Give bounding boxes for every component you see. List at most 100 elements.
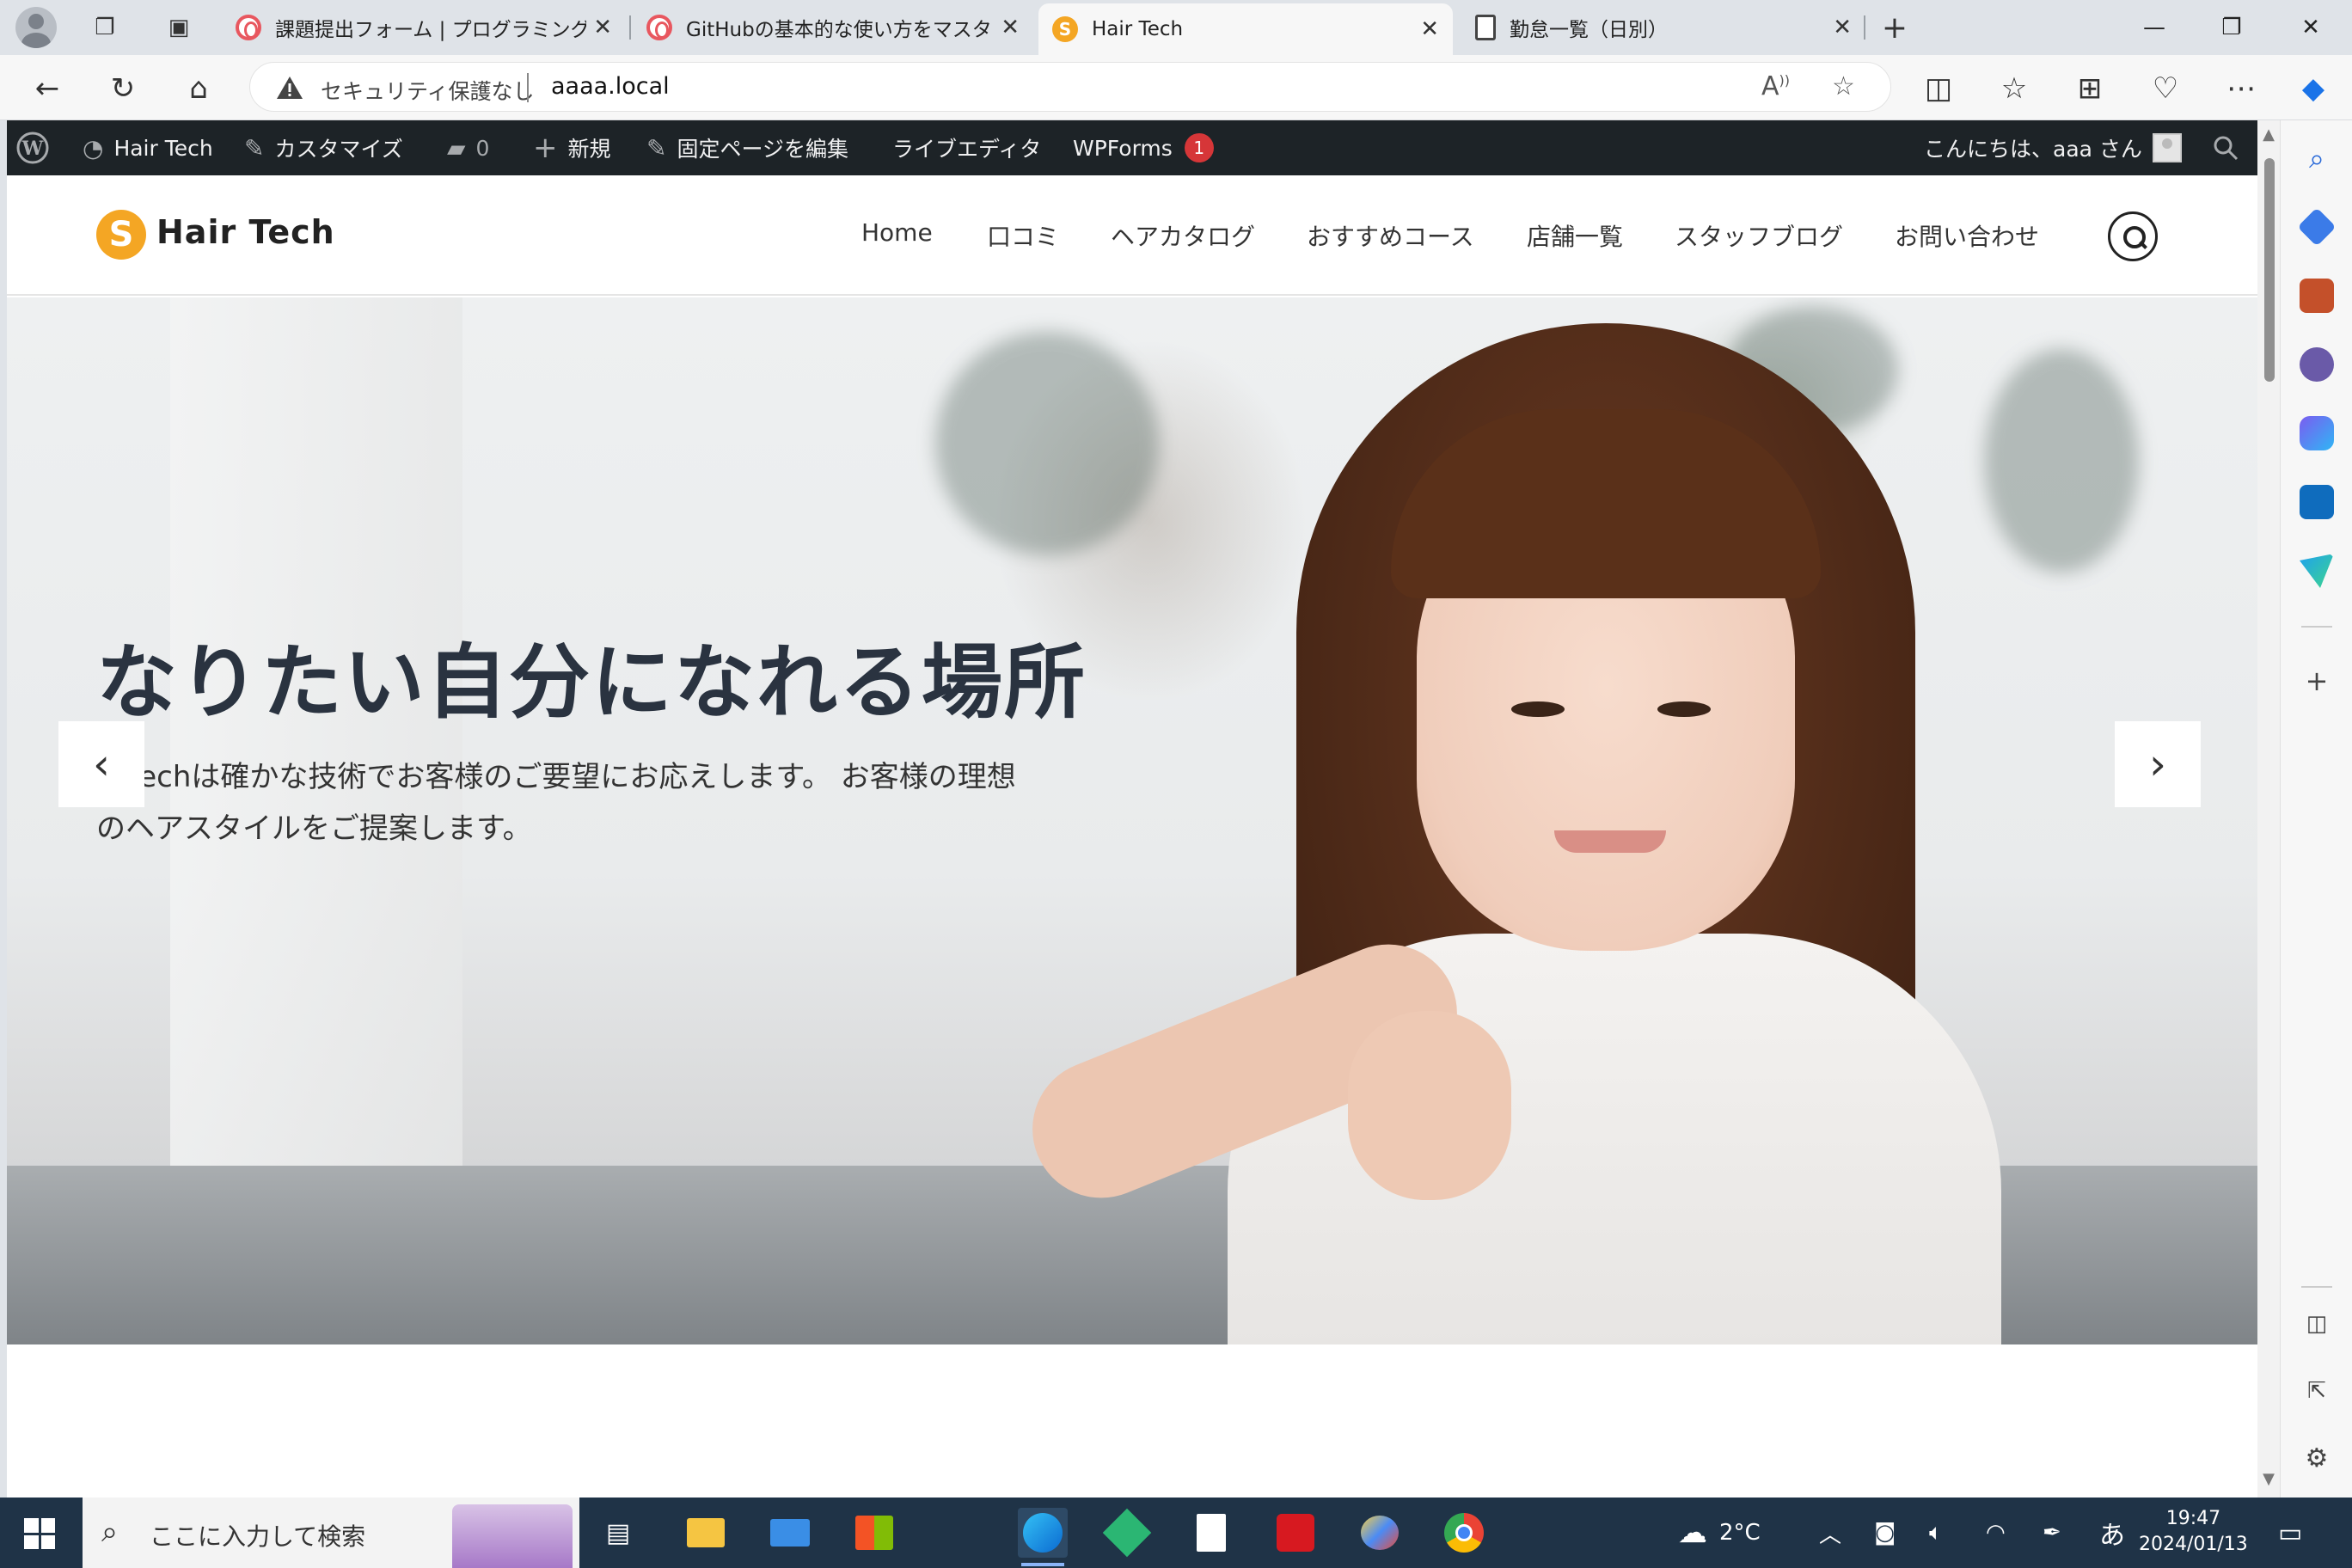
copilot-icon[interactable]: ◆: [2292, 67, 2335, 110]
close-icon[interactable]: ✕: [1001, 15, 1020, 40]
notification-center-icon[interactable]: ▭: [2278, 1498, 2302, 1568]
wp-comments[interactable]: ▰ 0: [447, 120, 489, 175]
meet-now-icon[interactable]: ◙: [1874, 1498, 1896, 1568]
nav-home[interactable]: Home: [861, 218, 933, 247]
wp-my-account[interactable]: こんにちは、aaa さん: [1924, 120, 2182, 175]
window-close-button[interactable]: ✕: [2276, 7, 2345, 48]
security-status[interactable]: セキュリティ保護なし: [321, 75, 535, 106]
refresh-button[interactable]: ↻: [101, 67, 144, 110]
add-sidebar-app-icon[interactable]: +: [2298, 662, 2336, 700]
split-screen-icon[interactable]: ◫: [1917, 67, 1960, 110]
pen-icon[interactable]: ✒: [2043, 1498, 2061, 1568]
games-icon[interactable]: [2300, 347, 2334, 382]
wp-new[interactable]: + 新規: [533, 120, 611, 175]
tab-github[interactable]: GitHubの基本的な使い方をマスター ✕: [633, 3, 1033, 52]
profile-avatar-icon[interactable]: [15, 7, 57, 48]
sidebar-settings-icon[interactable]: ⚙: [2298, 1439, 2336, 1477]
scroll-down-arrow[interactable]: ▼: [2261, 1470, 2276, 1488]
hide-sidebar-icon[interactable]: ◫: [2298, 1305, 2336, 1343]
hairtech-icon: S: [1052, 16, 1078, 42]
pencil-icon: ✎: [646, 133, 667, 162]
tray-chevron-icon[interactable]: ︿: [1819, 1498, 1841, 1568]
slider-next-button[interactable]: ›: [2115, 721, 2201, 807]
new-tab-button[interactable]: +: [1877, 10, 1912, 46]
chrome-icon[interactable]: [1439, 1508, 1489, 1558]
file-explorer-icon[interactable]: [681, 1508, 731, 1558]
taskbar-search[interactable]: ⌕ ここに入力して検索: [83, 1498, 579, 1568]
page-scrollbar[interactable]: ▲ ▼: [2257, 120, 2280, 1498]
read-aloud-icon[interactable]: A)): [1761, 71, 1790, 101]
scroll-up-arrow[interactable]: ▲: [2261, 126, 2276, 144]
wp-live-editor[interactable]: ライブエディタ: [892, 120, 1041, 175]
site-header: S Hair Tech Home 口コミ ヘアカタログ おすすめコース 店舗一覧…: [7, 175, 2257, 296]
back-button[interactable]: ←: [26, 67, 69, 110]
wp-site-name[interactable]: ◔ Hair Tech: [83, 120, 213, 175]
edge-taskbar-icon[interactable]: [1018, 1508, 1068, 1566]
sidebar-divider: [2301, 626, 2332, 628]
volume-icon[interactable]: 🔈︎: [1929, 1498, 1943, 1568]
scroll-thumb[interactable]: [2264, 158, 2275, 382]
wp-site-name-label: Hair Tech: [113, 135, 213, 161]
windows-start-icon[interactable]: [24, 1518, 55, 1549]
divider: [527, 73, 529, 102]
home-button[interactable]: ⌂: [177, 67, 220, 110]
drop-send-icon[interactable]: [2300, 554, 2334, 588]
favorite-star-icon[interactable]: ☆: [1832, 71, 1855, 101]
wordpress-logo-icon[interactable]: W: [15, 120, 50, 175]
weather-widget[interactable]: ☁ 2°C: [1678, 1498, 1761, 1568]
wp-wpforms[interactable]: WPForms 1: [1073, 120, 1214, 175]
tab-title: Hair Tech: [1092, 18, 1184, 40]
open-external-icon[interactable]: ⇱: [2298, 1372, 2336, 1410]
nav-recommended-course[interactable]: おすすめコース: [1307, 218, 1474, 253]
slider-prev-button[interactable]: ‹: [58, 721, 144, 807]
minimize-button[interactable]: —: [2120, 7, 2189, 48]
nav-shops[interactable]: 店舗一覧: [1527, 218, 1623, 253]
close-icon[interactable]: ✕: [593, 15, 612, 40]
nav-contact[interactable]: お問い合わせ: [1895, 218, 2039, 253]
app-green-icon[interactable]: [1102, 1508, 1152, 1558]
close-icon[interactable]: ✕: [1833, 15, 1852, 40]
notepad-icon[interactable]: [1186, 1508, 1236, 1558]
main-navigation: Home 口コミ ヘアカタログ おすすめコース 店舗一覧 スタッフブログ お問い…: [7, 218, 2257, 253]
clock-date: 2024/01/13: [2139, 1534, 2248, 1555]
wp-edit-page[interactable]: ✎ 固定ページを編集: [646, 120, 848, 175]
trend-micro-icon[interactable]: [1271, 1508, 1320, 1558]
shopping-tag-icon[interactable]: [2297, 207, 2337, 247]
close-icon[interactable]: ✕: [1420, 16, 1439, 42]
vertical-tabs-icon[interactable]: ▣: [162, 10, 196, 45]
workspaces-icon[interactable]: ❐: [88, 10, 122, 45]
tools-icon[interactable]: [2300, 279, 2334, 313]
model-mouth: [1554, 830, 1666, 853]
paint-icon[interactable]: [1355, 1508, 1405, 1558]
tab-kadai[interactable]: 課題提出フォーム | プログラミング学習 ✕: [222, 3, 626, 52]
dashboard-icon: ◔: [83, 133, 104, 162]
collections-icon[interactable]: ⊞: [2068, 67, 2111, 110]
site-search-icon[interactable]: [2108, 211, 2158, 261]
wp-customize[interactable]: ✎ カスタマイズ: [244, 120, 403, 175]
url-text[interactable]: aaaa.local: [551, 73, 670, 100]
browser-essentials-icon[interactable]: ♡: [2144, 67, 2187, 110]
nav-staff-blog[interactable]: スタッフブログ: [1675, 218, 1843, 253]
nav-hair-catalog[interactable]: ヘアカタログ: [1111, 218, 1255, 253]
svg-text:W: W: [21, 138, 44, 160]
store-icon[interactable]: [849, 1508, 899, 1558]
search-icon[interactable]: ⌕: [2298, 139, 2336, 177]
microsoft365-icon[interactable]: [2300, 416, 2334, 450]
restore-button[interactable]: ❐: [2197, 7, 2266, 48]
ime-indicator[interactable]: あ: [2099, 1498, 2125, 1568]
favorites-icon[interactable]: ☆: [1993, 67, 2036, 110]
tab-hairtech[interactable]: S Hair Tech ✕: [1038, 3, 1453, 55]
nav-reviews[interactable]: 口コミ: [987, 218, 1059, 253]
wp-search-icon[interactable]: [2213, 120, 2239, 175]
model-eye: [1511, 701, 1565, 717]
hero-lead-line: のヘアスタイルをご提案します。: [96, 812, 532, 846]
address-bar[interactable]: セキュリティ保護なし aaaa.local A)) ☆: [249, 62, 1891, 112]
more-menu-icon[interactable]: ⋯: [2220, 67, 2263, 110]
page-viewport: W ◔ Hair Tech ✎ カスタマイズ ▰ 0 + 新規 ✎ 固定ページを…: [7, 120, 2280, 1498]
network-icon[interactable]: ◠: [1986, 1498, 2006, 1568]
task-view-icon[interactable]: ▤: [593, 1508, 643, 1558]
outlook-icon[interactable]: [2300, 485, 2334, 519]
mail-icon[interactable]: [765, 1508, 815, 1558]
tab-kintai[interactable]: 勤怠一覧（日別） ✕: [1461, 3, 1865, 52]
system-clock[interactable]: 19:47 2024/01/13: [2139, 1506, 2248, 1558]
